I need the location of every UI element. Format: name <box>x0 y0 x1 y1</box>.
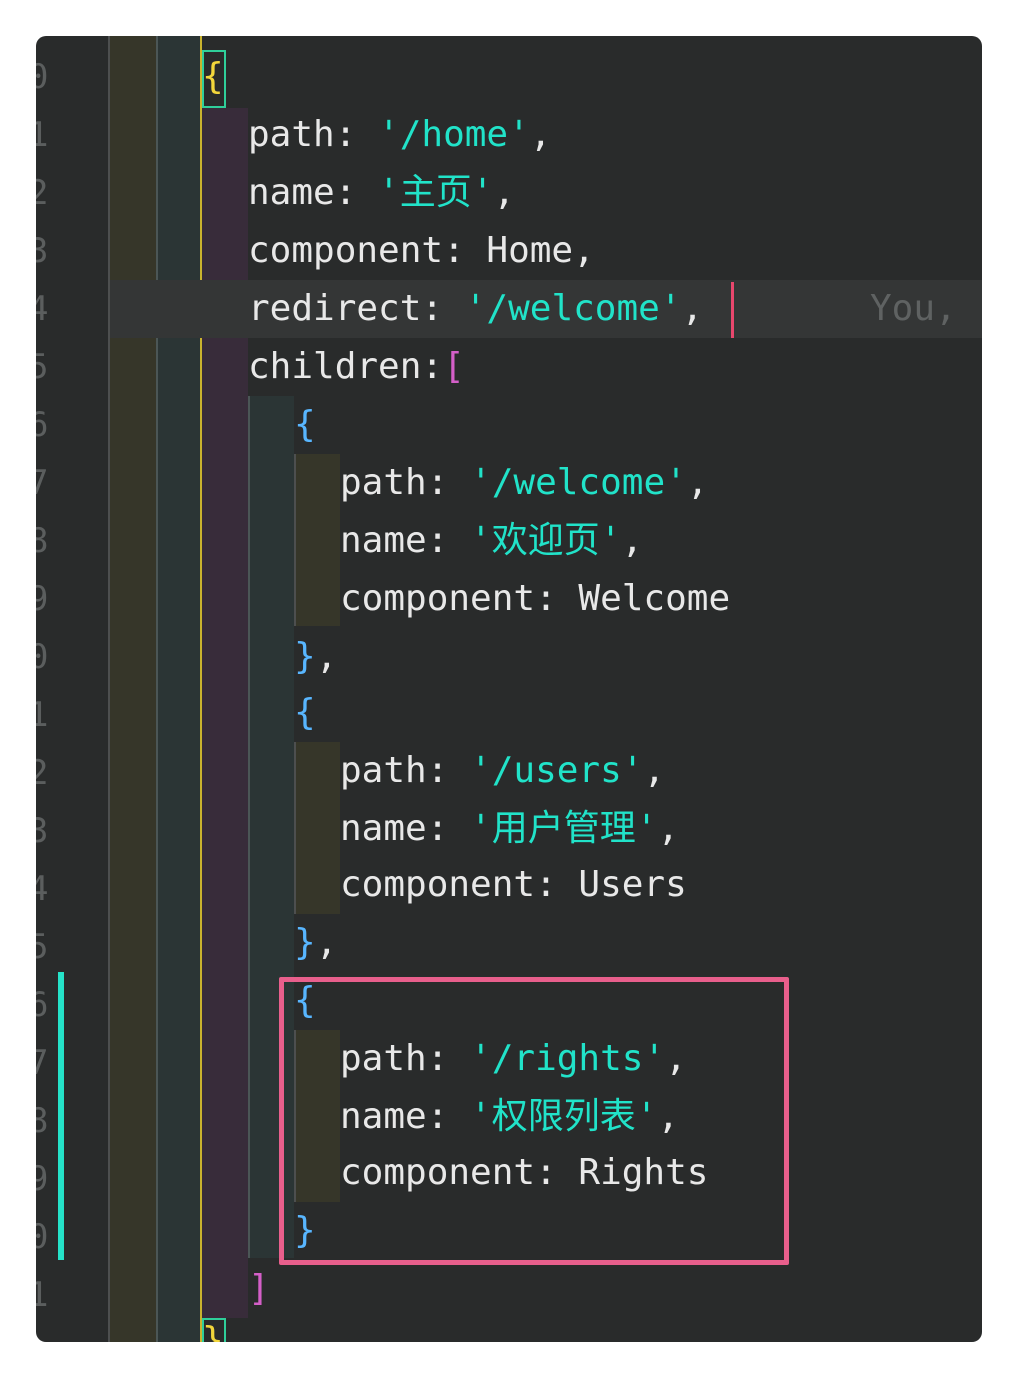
punctuation: , <box>621 520 644 561</box>
line-number: 2 <box>36 753 49 793</box>
line-number: 9 <box>36 579 49 619</box>
punctuation: , <box>681 288 704 329</box>
line-number: 5 <box>36 927 49 967</box>
punctuation: , <box>315 636 338 677</box>
line-number: 0 <box>36 1217 49 1257</box>
code-line: path: '/home', <box>248 106 551 164</box>
property-text: component: Users <box>340 864 687 905</box>
line-number: 7 <box>36 463 49 503</box>
property-key: name: <box>248 172 379 213</box>
string-value: '/welcome' <box>464 288 682 329</box>
code-line: path: '/welcome', <box>340 454 708 512</box>
open-brace: { <box>202 56 224 97</box>
string-value: '/home' <box>378 114 530 155</box>
indent-band-5b <box>294 742 340 914</box>
git-blame-annotation: You, <box>870 288 957 329</box>
code-line: path: '/users', <box>340 742 665 800</box>
property-text: component: Welcome <box>340 578 731 619</box>
code-editor[interactable]: 0 1 2 3 4 5 6 7 8 9 0 1 2 3 4 5 6 7 8 9 … <box>36 36 982 1342</box>
line-number: 8 <box>36 1101 49 1141</box>
line-number: 5 <box>36 347 49 387</box>
punctuation: , <box>643 750 666 791</box>
line-number: 1 <box>36 115 49 155</box>
code-line: component: Home, <box>248 222 595 280</box>
punctuation: , <box>315 922 338 963</box>
line-number: 1 <box>36 1275 49 1315</box>
line-number: 3 <box>36 811 49 851</box>
indent-band-2 <box>158 36 200 1342</box>
string-value: '/users' <box>470 750 644 791</box>
open-brace: { <box>294 692 316 733</box>
line-number: 1 <box>36 695 49 735</box>
code-line: }, <box>294 914 337 972</box>
code-line: redirect: '/welcome', <box>248 280 703 338</box>
line-number: 9 <box>36 1159 49 1199</box>
string-value: '/welcome' <box>470 462 687 503</box>
line-number: 4 <box>36 289 49 329</box>
code-line: } <box>202 1312 224 1342</box>
string-value: '主页' <box>378 172 494 213</box>
punctuation: , <box>529 114 552 155</box>
property-key: path: <box>340 750 471 791</box>
line-number: 6 <box>36 985 49 1025</box>
line-number: 7 <box>36 1043 49 1083</box>
code-line: name: '欢迎页', <box>340 512 643 570</box>
property-key: path: <box>340 462 471 503</box>
code-line: { <box>202 48 224 106</box>
indent-guide-4 <box>248 396 250 1258</box>
property-key: redirect: <box>248 288 465 329</box>
code-line: component: Welcome <box>340 570 730 628</box>
indent-band-5a <box>294 454 340 626</box>
property-key: children: <box>248 346 444 387</box>
line-number: 8 <box>36 521 49 561</box>
property-key: path: <box>248 114 379 155</box>
indent-guide-5a <box>294 454 296 626</box>
indent-guide-5b <box>294 742 296 914</box>
line-number: 0 <box>36 637 49 677</box>
code-line: children:[ <box>248 338 465 396</box>
open-bracket: [ <box>443 346 465 387</box>
line-number: 4 <box>36 869 49 909</box>
code-line: name: '主页', <box>248 164 515 222</box>
punctuation: , <box>493 172 516 213</box>
line-number: 0 <box>36 57 49 97</box>
git-added-indicator <box>58 972 64 1260</box>
close-brace: } <box>202 1320 224 1342</box>
close-brace: } <box>294 636 316 677</box>
string-value: '欢迎页' <box>470 520 622 561</box>
code-line: ] <box>248 1260 270 1318</box>
code-line: { <box>294 396 316 454</box>
property-key: name: <box>340 808 471 849</box>
line-number: 3 <box>36 231 49 271</box>
code-line: { <box>294 684 316 742</box>
close-bracket: ] <box>248 1268 270 1309</box>
line-number: 6 <box>36 405 49 445</box>
close-brace: } <box>294 922 316 963</box>
open-brace: { <box>294 404 316 445</box>
text-cursor <box>731 282 734 338</box>
annotation-highlight-box <box>279 977 789 1265</box>
code-line: }, <box>294 628 337 686</box>
code-line: name: '用户管理', <box>340 800 679 858</box>
string-value: '用户管理' <box>470 808 658 849</box>
indent-band-1 <box>110 36 156 1342</box>
code-line: component: Users <box>340 856 687 914</box>
punctuation: , <box>686 462 709 503</box>
property-text: component: Home, <box>248 230 595 271</box>
property-key: name: <box>340 520 471 561</box>
line-number: 2 <box>36 173 49 213</box>
punctuation: , <box>657 808 680 849</box>
